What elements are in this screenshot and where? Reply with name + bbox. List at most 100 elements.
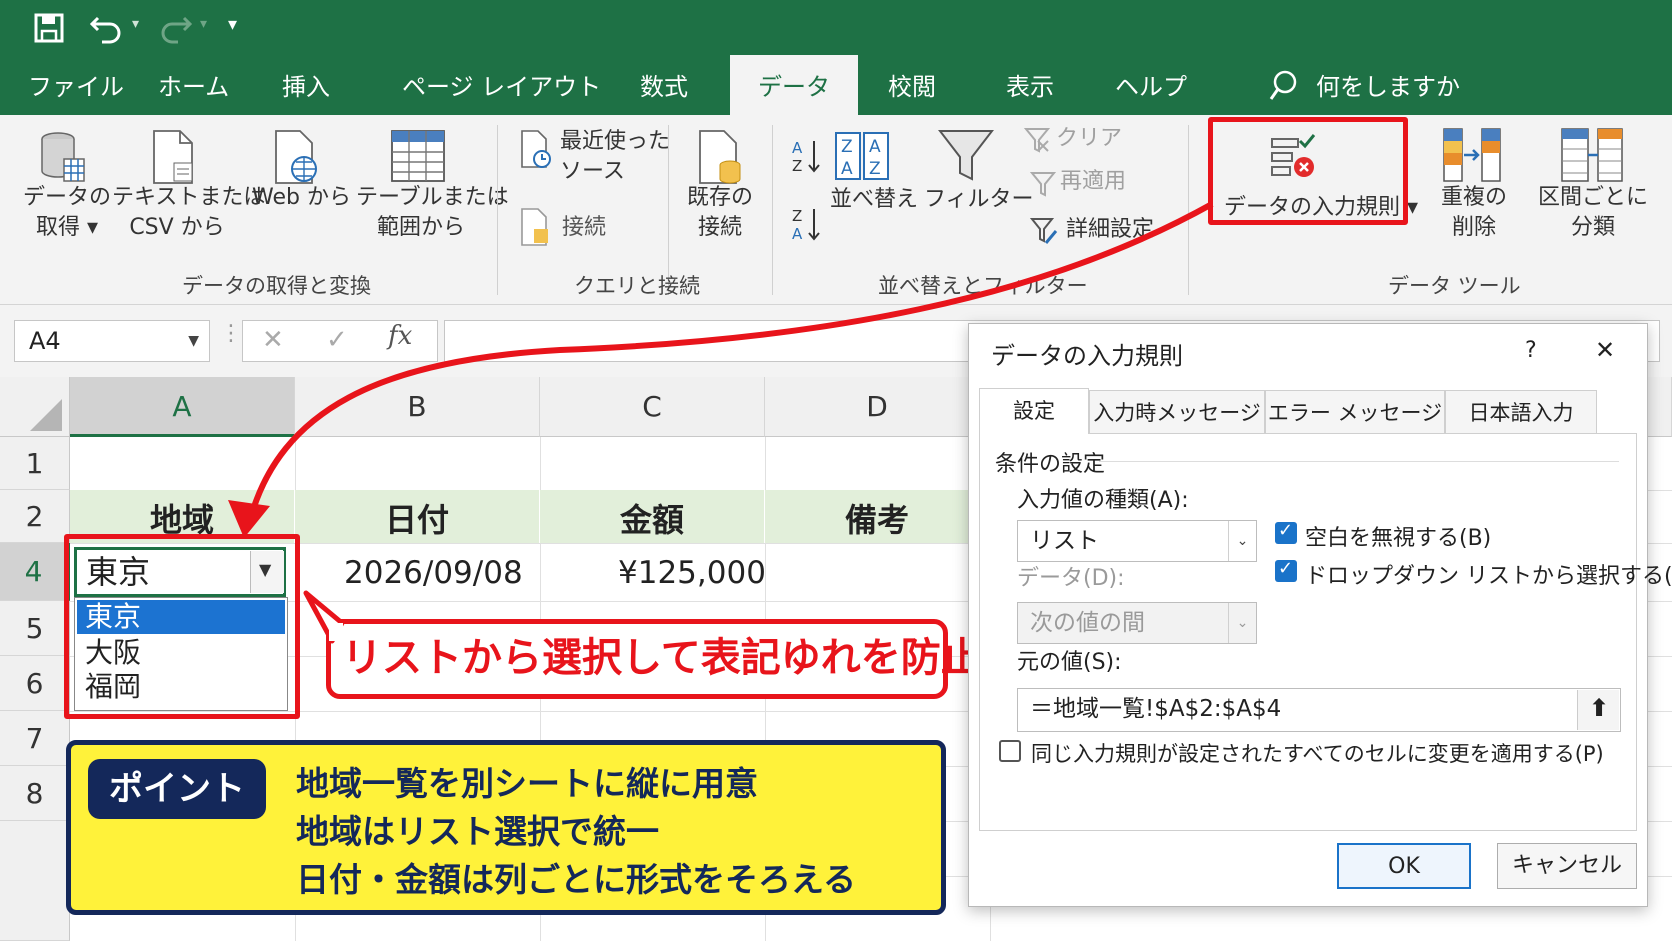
- tab-help[interactable]: ヘルプ: [1115, 67, 1187, 102]
- cell-c4-value[interactable]: ¥125,000: [618, 549, 766, 597]
- row-header-8[interactable]: 8: [0, 766, 70, 821]
- row-header-4[interactable]: 4: [0, 543, 70, 601]
- advanced-button[interactable]: 詳細設定: [1066, 215, 1154, 245]
- source-input[interactable]: ＝地域一覧!$A$2:$A$4: [1017, 688, 1621, 732]
- lightbulb-search-icon[interactable]: [1268, 69, 1298, 103]
- row-header-5[interactable]: 5: [0, 601, 70, 656]
- remove-duplicates-button[interactable]: 重複の 削除: [1432, 183, 1516, 243]
- name-box-dropdown-icon[interactable]: ▼: [188, 321, 199, 361]
- formula-bar-grip-icon: ⋮: [220, 321, 242, 346]
- confirm-entry-icon[interactable]: ✓: [326, 325, 348, 355]
- cell-d2-header[interactable]: 備考: [765, 490, 990, 543]
- web-button[interactable]: Web から: [252, 183, 351, 213]
- ribbon-tab-bar: ファイル ホーム 挿入 ページ レイアウト 数式 データ 校閲 表示 ヘルプ 何…: [0, 55, 1672, 115]
- ok-button[interactable]: OK: [1337, 843, 1471, 889]
- table-range-button[interactable]: テーブルまたは 範囲から: [356, 183, 509, 243]
- section-divider: [1099, 461, 1619, 462]
- cell-b2-header[interactable]: 日付: [295, 490, 540, 543]
- ignore-blank-checkbox[interactable]: ✓: [1275, 520, 1297, 544]
- tell-me-input[interactable]: 何をしますか: [1316, 67, 1460, 102]
- reapply-icon: [1030, 172, 1056, 197]
- svg-text:A: A: [792, 139, 803, 157]
- tab-data[interactable]: データ: [730, 55, 858, 115]
- source-input-value: ＝地域一覧!$A$2:$A$4: [1030, 696, 1282, 722]
- database-icon: [41, 132, 85, 182]
- tab-file[interactable]: ファイル: [28, 67, 124, 102]
- title-bar: ▾ ▾ ▾: [0, 0, 1672, 55]
- cell-c2-header[interactable]: 金額: [540, 490, 765, 543]
- undo-dropdown-icon[interactable]: ▾: [132, 16, 139, 32]
- group-get-transform: データの取得と変換: [182, 274, 371, 298]
- tab-insert[interactable]: 挿入: [282, 67, 330, 102]
- close-icon[interactable]: ✕: [1595, 336, 1615, 364]
- sort-az-icon[interactable]: AZ: [790, 137, 822, 179]
- allow-select[interactable]: リスト ⌄: [1017, 520, 1257, 562]
- row-header-1[interactable]: 1: [0, 437, 70, 490]
- tab-review[interactable]: 校閲: [888, 67, 936, 102]
- check-icon: ✓: [1278, 520, 1294, 541]
- connections-button[interactable]: 接続: [562, 213, 606, 243]
- tab-ime[interactable]: 日本語入力: [1445, 390, 1597, 434]
- filter-icon: [938, 130, 994, 181]
- column-header-c[interactable]: C: [540, 377, 765, 437]
- upload-arrow-icon: ⬆: [1589, 694, 1610, 722]
- cell-b4-value[interactable]: 2026/09/08: [344, 549, 523, 597]
- dialog-title: データの入力規則: [991, 342, 1183, 370]
- ribbon-separator: [497, 125, 498, 295]
- existing-connections-icon: [699, 130, 741, 184]
- collapse-dialog-button[interactable]: ⬆: [1577, 690, 1619, 730]
- callout-text: リストから選択して表記ゆれを防止: [342, 635, 981, 681]
- tab-view[interactable]: 表示: [1006, 67, 1054, 102]
- filter-button[interactable]: フィルター: [924, 185, 1034, 215]
- select-all-corner[interactable]: [0, 377, 70, 437]
- cancel-entry-icon[interactable]: ✕: [262, 325, 284, 355]
- undo-icon[interactable]: [90, 12, 124, 44]
- sort-button[interactable]: 並べ替え: [830, 185, 918, 215]
- svg-text:Z: Z: [869, 159, 881, 179]
- cancel-button[interactable]: キャンセル: [1497, 843, 1637, 889]
- split-classify-button[interactable]: 区間ごとに 分類: [1538, 183, 1648, 243]
- existing-connections-button[interactable]: 既存の 接続: [680, 183, 760, 243]
- tab-error-message[interactable]: エラー メッセージ: [1265, 390, 1445, 434]
- tab-input-message[interactable]: 入力時メッセージ: [1089, 390, 1265, 434]
- table-icon: [391, 130, 445, 182]
- point-line-1: 地域一覧を別シートに縦に用意: [296, 764, 758, 803]
- insert-function-icon[interactable]: fx: [388, 321, 412, 351]
- ribbon-separator: [1188, 125, 1189, 295]
- connections-icon: [521, 208, 548, 246]
- svg-text:Z: Z: [792, 207, 802, 225]
- sort-icon: ZAAZ: [835, 132, 889, 180]
- validation-highlight-box: [1208, 117, 1408, 225]
- row-header-2[interactable]: 2: [0, 490, 70, 543]
- get-data-button[interactable]: データの 取得 ▾: [22, 183, 112, 243]
- svg-text:A: A: [841, 159, 853, 179]
- group-queries: クエリと接続: [574, 274, 700, 298]
- row-header-6[interactable]: 6: [0, 656, 70, 711]
- customize-qat-icon[interactable]: ▾: [228, 14, 237, 35]
- point-line-3: 日付・金額は列ごとに形式をそろえる: [296, 860, 857, 899]
- column-header-d[interactable]: D: [765, 377, 990, 437]
- tab-page-layout[interactable]: ページ レイアウト: [402, 67, 601, 102]
- split-icon: [1561, 128, 1623, 182]
- in-cell-dropdown-checkbox[interactable]: ✓: [1275, 558, 1297, 582]
- text-csv-button[interactable]: テキストまたは CSV から: [112, 183, 265, 243]
- row-header-rest: [0, 821, 70, 941]
- name-box[interactable]: A4 ▼: [14, 320, 210, 362]
- column-header-a[interactable]: A: [70, 377, 295, 437]
- help-icon[interactable]: ?: [1525, 338, 1537, 363]
- section-title: 条件の設定: [995, 452, 1106, 477]
- tab-home[interactable]: ホーム: [158, 67, 229, 102]
- data-label: データ(D):: [1017, 566, 1125, 591]
- recent-sources-button[interactable]: 最近使った ソース: [560, 127, 670, 187]
- tab-settings[interactable]: 設定: [979, 388, 1089, 434]
- name-box-value: A4: [29, 327, 61, 355]
- check-icon: ✓: [1278, 558, 1294, 579]
- save-icon[interactable]: [34, 13, 64, 43]
- column-header-b[interactable]: B: [295, 377, 540, 437]
- apply-all-checkbox[interactable]: [999, 740, 1021, 762]
- point-line-2: 地域はリスト選択で統一: [296, 812, 659, 851]
- row-header-7[interactable]: 7: [0, 711, 70, 766]
- svg-text:Z: Z: [792, 157, 802, 175]
- sort-za-icon[interactable]: ZA: [790, 205, 822, 247]
- tab-formulas[interactable]: 数式: [640, 67, 688, 102]
